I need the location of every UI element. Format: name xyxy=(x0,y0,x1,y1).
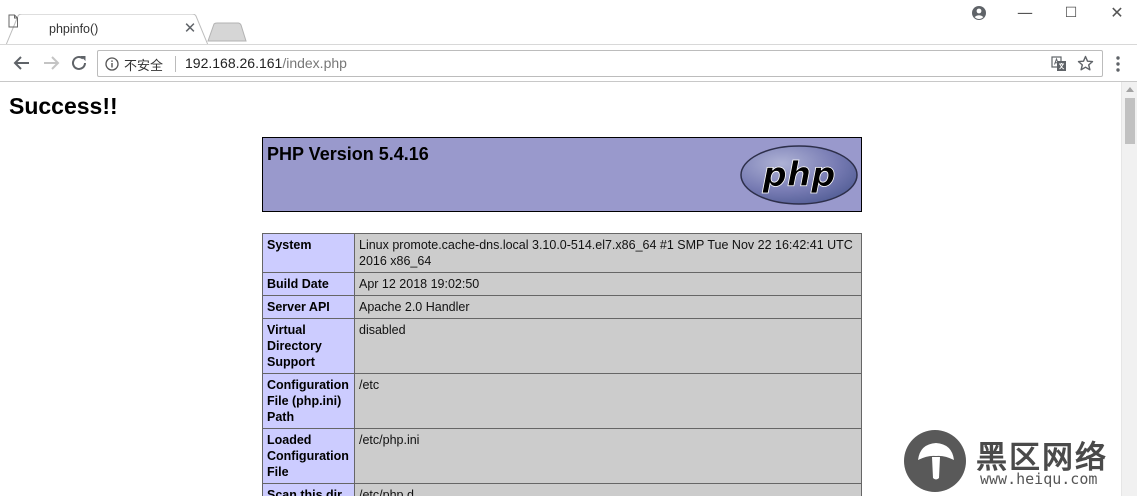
scroll-thumb[interactable] xyxy=(1125,98,1135,144)
reload-icon[interactable] xyxy=(68,52,90,74)
tab-shape xyxy=(6,14,208,45)
php-version-header: PHP Version 5.4.16 php xyxy=(262,137,862,212)
browser-toolbar: 不安全 192.168.26.161/index.php xyxy=(0,44,1137,82)
row-key: Server API xyxy=(262,295,355,319)
table-row: Loaded Configuration File/etc/php.ini xyxy=(262,428,862,484)
table-row: Build Date Apr 12 2018 19:02:50 xyxy=(262,272,862,296)
title-bar: phpinfo() ✕ — ☐ ✕ xyxy=(0,0,1137,45)
php-logo[interactable]: php xyxy=(739,144,859,206)
scroll-up-arrow-icon[interactable] xyxy=(1126,87,1134,92)
row-key: System xyxy=(262,233,355,273)
url-host: 192.168.26.161 xyxy=(185,55,283,71)
new-tab-button[interactable] xyxy=(206,22,248,42)
row-value: Apache 2.0 Handler xyxy=(354,295,862,319)
row-key: Virtual Directory Support xyxy=(262,318,355,374)
phpinfo-table: System Linux promote.cache-dns.local 3.10… xyxy=(262,233,862,496)
table-row: System Linux promote.cache-dns.local 3.10… xyxy=(262,233,862,273)
row-key: Scan this dir xyxy=(262,483,355,496)
window-close-button[interactable]: ✕ xyxy=(1094,0,1137,28)
minimize-button[interactable]: — xyxy=(1002,0,1048,28)
row-value: disabled xyxy=(354,318,862,374)
page-heading: Success!! xyxy=(9,93,118,119)
forward-icon[interactable] xyxy=(40,52,62,74)
document-icon xyxy=(8,14,18,28)
back-icon[interactable] xyxy=(11,52,33,74)
mushroom-icon xyxy=(918,443,954,480)
account-icon[interactable] xyxy=(970,4,988,22)
info-icon[interactable] xyxy=(105,57,119,71)
row-key: Build Date xyxy=(262,272,355,296)
maximize-button[interactable]: ☐ xyxy=(1048,0,1094,28)
translate-icon[interactable] xyxy=(1051,56,1067,72)
row-value: /etc/php.d xyxy=(354,483,862,496)
watermark: 黑区网络 www.heiqu.com xyxy=(904,430,1134,496)
table-row: Virtual Directory Support disabled xyxy=(262,318,862,374)
table-row: Server API Apache 2.0 Handler xyxy=(262,295,862,319)
url-path: /index.php xyxy=(282,55,347,71)
table-row: Configuration File (php.ini) Path/etc xyxy=(262,373,862,429)
watermark-url: www.heiqu.com xyxy=(980,470,1098,488)
address-bar[interactable]: 不安全 192.168.26.161/index.php xyxy=(97,50,1103,77)
omnibox-divider xyxy=(175,56,176,72)
tab-phpinfo[interactable]: phpinfo() ✕ xyxy=(6,14,208,45)
star-icon[interactable] xyxy=(1077,55,1094,72)
tab-close-button[interactable]: ✕ xyxy=(182,19,198,37)
security-label: 不安全 xyxy=(124,59,164,74)
menu-icon[interactable] xyxy=(1112,55,1124,73)
tab-title: phpinfo() xyxy=(49,22,99,36)
php-logo-text: php xyxy=(762,155,836,195)
row-value: Apr 12 2018 19:02:50 xyxy=(354,272,862,296)
row-value: Linux promote.cache-dns.local 3.10.0-514… xyxy=(354,233,862,273)
row-key: Configuration File (php.ini) Path xyxy=(262,373,355,429)
watermark-logo xyxy=(904,430,966,492)
table-row: Scan this dir/etc/php.d xyxy=(262,483,862,496)
php-version-title: PHP Version 5.4.16 xyxy=(267,144,429,164)
row-value: /etc xyxy=(354,373,862,429)
url-text[interactable]: 192.168.26.161/index.php xyxy=(185,55,347,71)
row-value: /etc/php.ini xyxy=(354,428,862,484)
row-key: Loaded Configuration File xyxy=(262,428,355,484)
